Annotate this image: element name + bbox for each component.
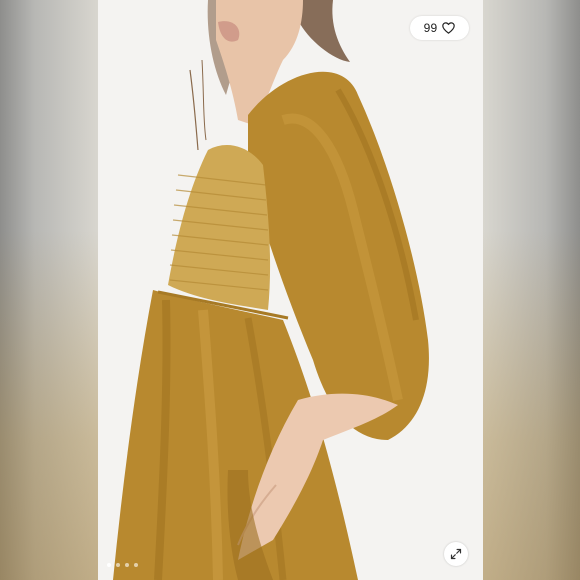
carousel-dot[interactable] xyxy=(125,563,129,567)
expand-photo-button[interactable] xyxy=(444,542,468,566)
heart-icon xyxy=(442,22,456,34)
carousel-dot[interactable] xyxy=(107,563,111,567)
blurred-backdrop-left xyxy=(0,0,98,580)
carousel-dot[interactable] xyxy=(116,563,120,567)
carousel-dots xyxy=(107,563,138,567)
like-count: 99 xyxy=(423,21,438,35)
product-photo xyxy=(98,0,483,580)
carousel-dot[interactable] xyxy=(134,563,138,567)
blurred-backdrop-right xyxy=(483,0,580,580)
photo-illustration xyxy=(113,0,429,580)
like-button[interactable]: 99 xyxy=(410,16,469,40)
expand-arrows-icon xyxy=(450,548,462,560)
